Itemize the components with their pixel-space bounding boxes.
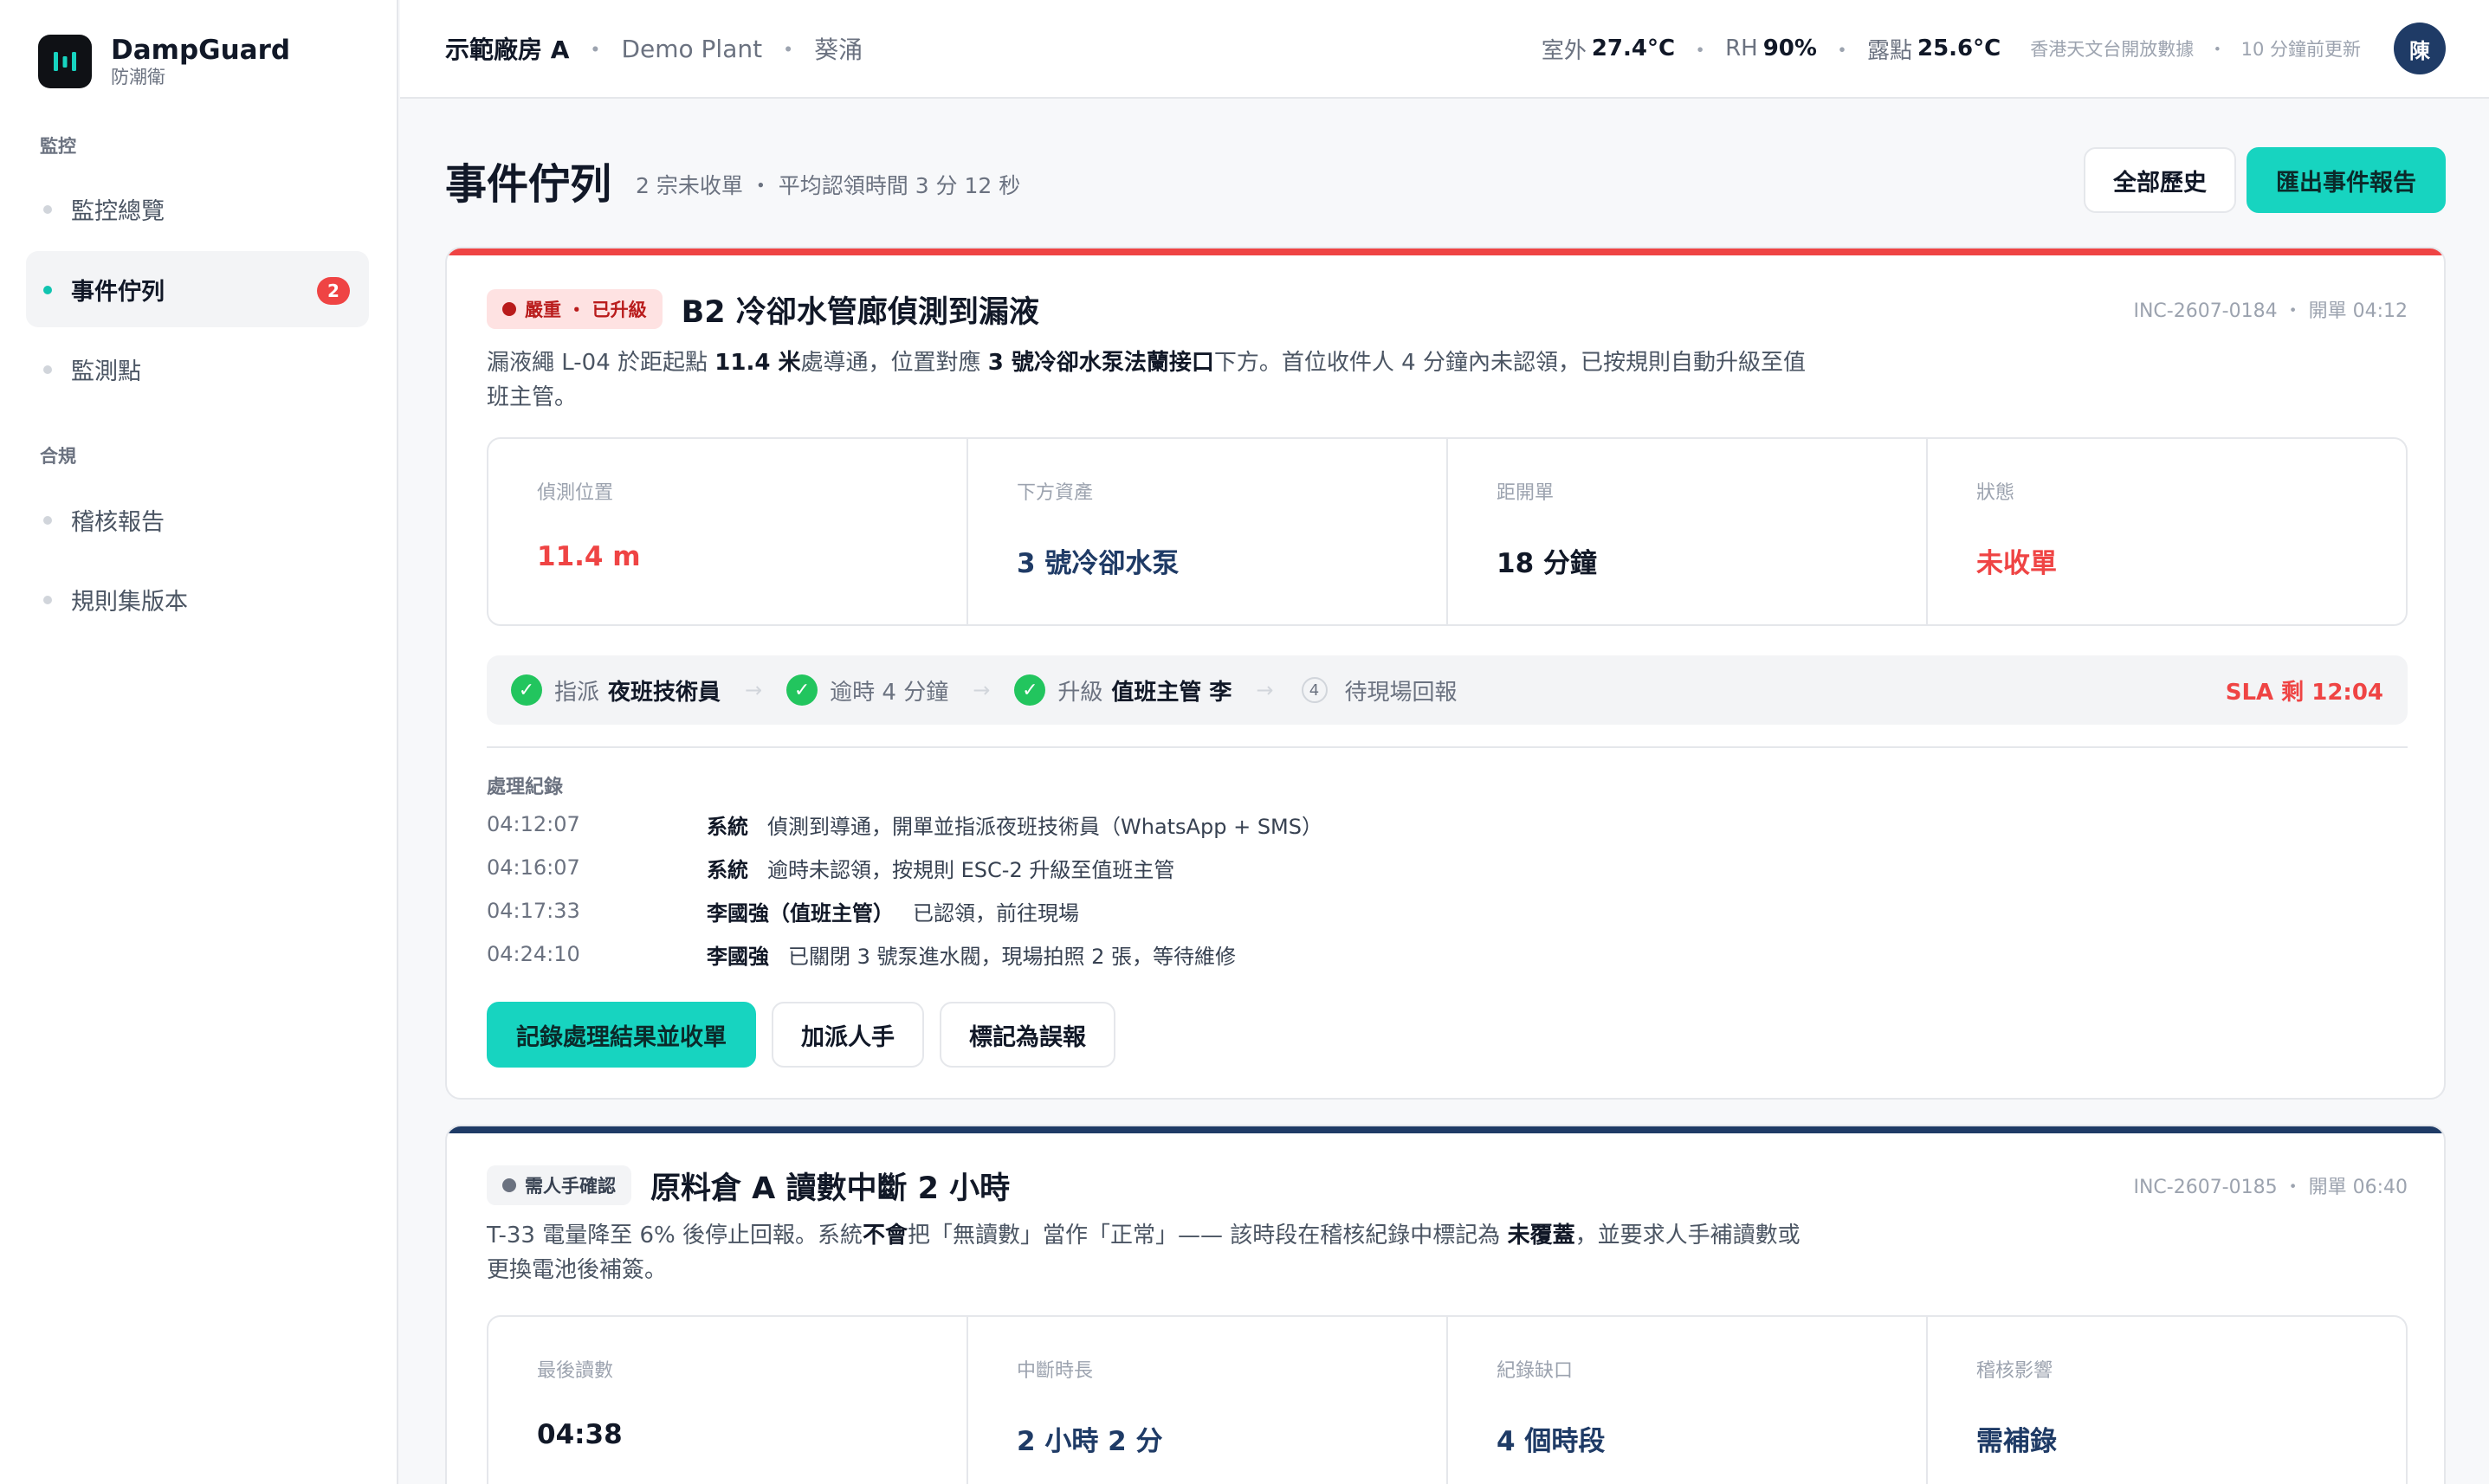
incident-meta: INC-2607-0185 ・ 開單 06:40 <box>2133 1177 2408 1198</box>
plant-name-en: Demo Plant <box>621 34 763 63</box>
severity-bar <box>447 1126 2444 1133</box>
topbar: 示範廠房 A ・ Demo Plant ・ 葵涌 室外 27.4°C ・ RH … <box>400 0 2489 99</box>
weather-readout: 室外 27.4°C ・ RH 90% ・ 露點 25.6°C 香港天文台開放數據… <box>1542 23 2446 74</box>
step-escalate: ✓ 升級 值班主管 李 <box>1014 674 1232 707</box>
dampguard-logo-icon <box>38 35 92 88</box>
sidebar-item-audit-report[interactable]: 稽核報告 <box>26 481 369 558</box>
dew-label: 露點 <box>1866 37 1912 64</box>
log-title: 處理紀錄 <box>487 777 564 798</box>
log-row: 04:12:07 系統 偵測到導通，開單並指派夜班技術員（WhatsApp + … <box>487 812 1322 839</box>
nav-dot-icon <box>43 516 52 525</box>
district: 葵涌 <box>814 35 863 64</box>
arrow-right-icon: → <box>1256 678 1274 702</box>
rh-value: 90% <box>1762 35 1817 61</box>
log-row: 04:16:07 系統 逾時未認領，按規則 ESC-2 升級至值班主管 <box>487 855 1175 882</box>
incident-stats: 最後讀數 04:38 中斷時長 2 小時 2 分 紀錄缺口 4 個時段 稽核影響… <box>487 1315 2408 1484</box>
brand-name: DampGuard <box>111 35 291 66</box>
incident-card-critical: 嚴重 ・ 已升級 B2 冷卻水管廊偵測到漏液 INC-2607-0184 ・ 開… <box>445 247 2446 1100</box>
check-icon: ✓ <box>511 674 542 706</box>
severity-dot-icon <box>502 302 516 316</box>
plant-name[interactable]: 示範廠房 A <box>445 31 569 66</box>
sidebar-item-incident-queue[interactable]: 事件佇列 2 <box>26 251 369 327</box>
sidebar-item-label: 規則集版本 <box>71 588 188 616</box>
sidebar-item-label: 監測點 <box>71 358 141 385</box>
severity-dot-icon <box>502 1178 516 1192</box>
brand-subtitle: 防潮衛 <box>111 67 165 87</box>
page-header: 事件佇列 2 宗未收單 ・ 平均認領時間 3 分 12 秒 全部歷史 匯出事件報… <box>445 147 2446 213</box>
history-button[interactable]: 全部歷史 <box>2084 147 2236 213</box>
incident-actions: 記錄處理結果並收單 加派人手 標記為誤報 <box>487 1002 1131 1068</box>
divider <box>487 746 2408 748</box>
arrow-right-icon: → <box>973 678 991 702</box>
log-row: 04:24:10 李國強 已關閉 3 號泵進水閥，現場拍照 2 張，等待維修 <box>487 942 1237 969</box>
sidebar-item-ruleset-versions[interactable]: 規則集版本 <box>26 561 369 637</box>
nav-dot-icon <box>43 286 52 294</box>
incident-title: 原料倉 A 讀數中斷 2 小時 <box>650 1171 1011 1206</box>
escalation-steps: ✓ 指派 夜班技術員 → ✓ 逾時 4 分鐘 → ✓ 升級 值班主管 李 → 4 <box>487 655 2408 725</box>
brand[interactable]: DampGuard 防潮衛 <box>38 35 290 88</box>
updated-time: 10 分鐘前更新 <box>2240 39 2361 60</box>
severity-bar <box>447 248 2444 255</box>
user-avatar[interactable]: 陳 <box>2394 23 2446 74</box>
stat-elapsed: 距開單 18 分鐘 <box>1448 439 1928 624</box>
resolve-close-button[interactable]: 記錄處理結果並收單 <box>487 1002 756 1068</box>
incident-count-badge: 2 <box>317 277 350 305</box>
incident-description: T-33 電量降至 6% 後停止回報。系統不會把「無讀數」當作「正常」—— 該時… <box>487 1223 1800 1283</box>
outdoor-label: 室外 <box>1541 37 1587 64</box>
add-staff-button[interactable]: 加派人手 <box>772 1002 924 1068</box>
step-pending-report: 4 待現場回報 <box>1298 674 1458 707</box>
app-root: DampGuard 防潮衛 監控 監控總覽 事件佇列 2 監測點 合規 稽核報告… <box>0 0 2489 1484</box>
incident-meta: INC-2607-0184 ・ 開單 04:12 <box>2133 300 2408 322</box>
stat-outage-duration: 中斷時長 2 小時 2 分 <box>968 1317 1448 1484</box>
page-title: 事件佇列 <box>445 160 612 209</box>
nav-section-monitoring: 監控 <box>40 136 76 157</box>
incident-title: B2 冷卻水管廊偵測到漏液 <box>681 294 1039 330</box>
incident-card-manual-check: 需人手確認 原料倉 A 讀數中斷 2 小時 INC-2607-0185 ・ 開單… <box>445 1125 2446 1484</box>
page-subtitle: 2 宗未收單 ・ 平均認領時間 3 分 12 秒 <box>636 173 1021 198</box>
data-source: 香港天文台開放數據 ・ 10 分鐘前更新 <box>2030 39 2361 60</box>
stat-last-reading: 最後讀數 04:38 <box>488 1317 968 1484</box>
severity-tag: 嚴重 ・ 已升級 <box>487 289 663 329</box>
stat-asset: 下方資產 3 號冷卻水泵 <box>968 439 1448 624</box>
sidebar-item-label: 監控總覽 <box>71 197 165 225</box>
check-icon: ✓ <box>1014 674 1046 706</box>
sidebar-item-overview[interactable]: 監控總覽 <box>26 171 369 247</box>
handling-log: 04:12:07 系統 偵測到導通，開單並指派夜班技術員（WhatsApp + … <box>487 803 2408 976</box>
nav-section-compliance: 合規 <box>40 446 76 467</box>
stat-audit-impact: 稽核影響 需補錄 <box>1976 1360 2057 1457</box>
nav-dot-icon <box>43 596 52 604</box>
stat-record-gap: 紀錄缺口 4 個時段 <box>1448 1317 1928 1484</box>
incident-stats: 偵測位置 11.4 m 下方資產 3 號冷卻水泵 距開單 18 分鐘 狀態 未收… <box>487 437 2408 626</box>
step-number-icon: 4 <box>1301 677 1328 703</box>
dew-value: 25.6°C <box>1917 35 2001 61</box>
incident-description: 漏液繩 L-04 於距起點 11.4 米處導通，位置對應 3 號冷卻水泵法蘭接口… <box>487 350 1806 410</box>
breadcrumb: 示範廠房 A ・ Demo Plant ・ 葵涌 <box>445 31 863 66</box>
severity-tag: 需人手確認 <box>487 1165 631 1205</box>
step-overdue: ✓ 逾時 4 分鐘 <box>786 674 948 707</box>
sidebar-item-label: 稽核報告 <box>71 508 165 536</box>
check-icon: ✓ <box>786 674 818 706</box>
nav-dot-icon <box>43 365 52 374</box>
nav-dot-icon <box>43 205 52 214</box>
stat-status: 狀態 未收單 <box>1976 482 2057 579</box>
sidebar-item-label: 事件佇列 <box>71 278 165 306</box>
log-row: 04:17:33 李國強（值班主管） 已認領，前往現場 <box>487 899 1079 926</box>
arrow-right-icon: → <box>745 678 763 702</box>
mark-false-alarm-button[interactable]: 標記為誤報 <box>940 1002 1115 1068</box>
export-report-button[interactable]: 匯出事件報告 <box>2247 147 2446 213</box>
sidebar: DampGuard 防潮衛 監控 監控總覽 事件佇列 2 監測點 合規 稽核報告… <box>0 0 398 1484</box>
outdoor-temp: 27.4°C <box>1591 35 1676 61</box>
step-assign: ✓ 指派 夜班技術員 <box>511 674 721 707</box>
sidebar-item-monitoring-points[interactable]: 監測點 <box>26 331 369 407</box>
stat-location: 偵測位置 11.4 m <box>488 439 968 624</box>
sla-countdown: SLA 剩 12:04 <box>2225 679 2383 706</box>
rh-label: RH <box>1725 35 1758 61</box>
